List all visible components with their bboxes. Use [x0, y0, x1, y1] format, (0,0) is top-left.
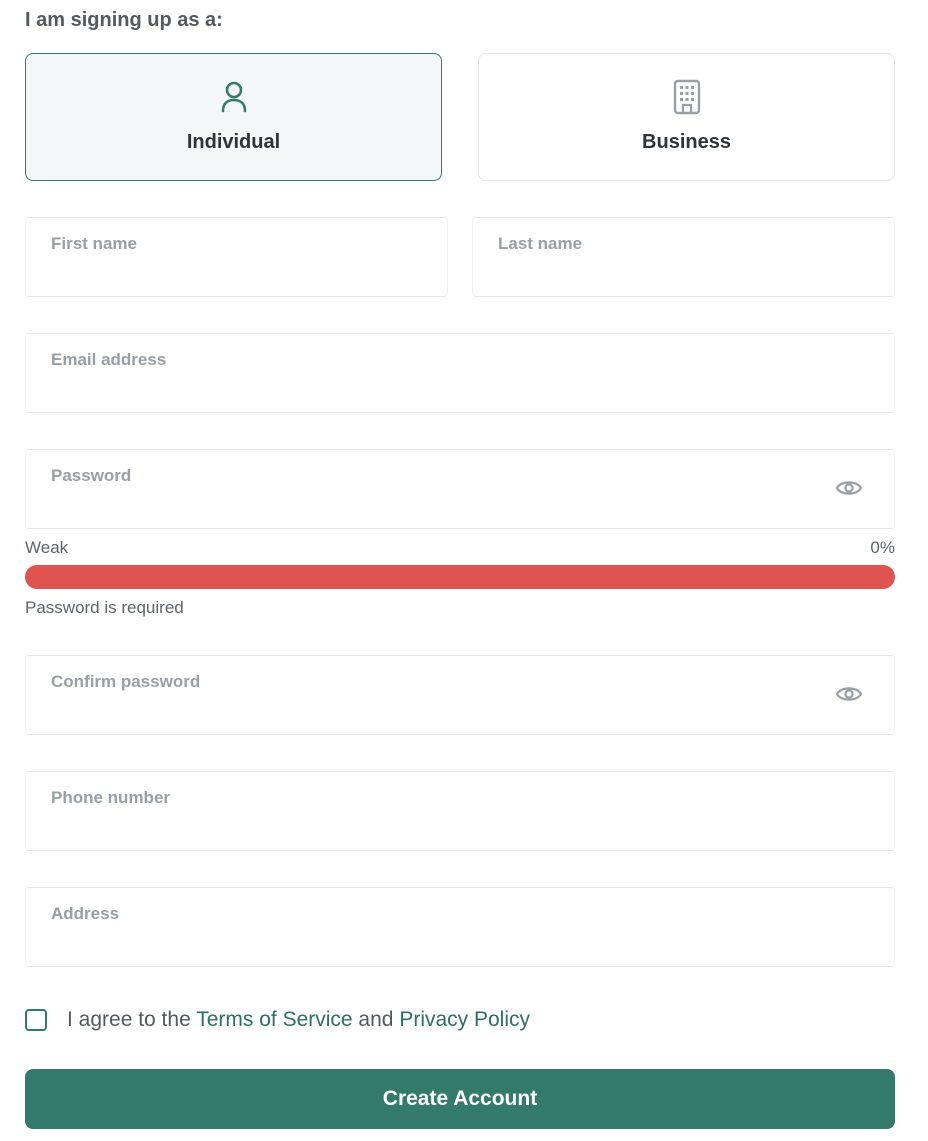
terms-agreement-row: I agree to the Terms of Service and Priv… — [25, 1006, 530, 1034]
confirm-password-field[interactable]: Confirm password — [25, 655, 895, 735]
password-error-message: Password is required — [25, 598, 184, 617]
password-field[interactable]: Password — [25, 449, 895, 529]
eye-icon[interactable] — [835, 683, 863, 705]
terms-checkbox[interactable] — [25, 1009, 47, 1031]
building-icon — [673, 79, 700, 115]
address-label: Address — [51, 904, 120, 923]
last-name-label: Last name — [498, 234, 583, 253]
phone-field[interactable]: Phone number — [25, 771, 895, 851]
terms-agreement-text: I agree to the Terms of Service and Priv… — [67, 1008, 530, 1032]
account-type-label: Business — [642, 131, 731, 153]
privacy-policy-link[interactable]: Privacy Policy — [399, 1008, 530, 1031]
phone-input[interactable] — [50, 814, 824, 840]
user-icon — [221, 81, 246, 113]
phone-label: Phone number — [51, 788, 171, 807]
account-type-business[interactable]: Business — [478, 53, 895, 181]
eye-icon[interactable] — [835, 477, 863, 499]
confirm-password-label: Confirm password — [51, 672, 201, 691]
create-account-button[interactable]: Create Account — [25, 1069, 895, 1129]
password-strength-label: Weak — [25, 538, 69, 557]
email-input[interactable] — [50, 376, 824, 402]
password-strength-bar — [25, 565, 895, 589]
first-name-label: First name — [51, 234, 137, 253]
password-label: Password — [51, 466, 132, 485]
terms-prefix: I agree to the — [67, 1008, 197, 1031]
confirm-password-input[interactable] — [50, 698, 824, 724]
first-name-field[interactable]: First name — [25, 217, 448, 297]
last-name-input[interactable] — [497, 260, 824, 286]
address-input[interactable] — [50, 930, 824, 956]
terms-joiner: and — [352, 1008, 400, 1031]
account-type-individual[interactable]: Individual — [25, 53, 442, 181]
password-input[interactable] — [50, 492, 824, 518]
first-name-input[interactable] — [50, 260, 377, 286]
account-type-label: Individual — [186, 131, 281, 153]
address-field[interactable]: Address — [25, 887, 895, 967]
email-field[interactable]: Email address — [25, 333, 895, 413]
last-name-field[interactable]: Last name — [472, 217, 895, 297]
email-label: Email address — [51, 350, 167, 369]
terms-of-service-link[interactable]: Terms of Service — [196, 1008, 352, 1031]
signup-type-prompt: I am signing up as a: — [25, 9, 223, 31]
password-strength-percent: 0% — [870, 538, 895, 557]
